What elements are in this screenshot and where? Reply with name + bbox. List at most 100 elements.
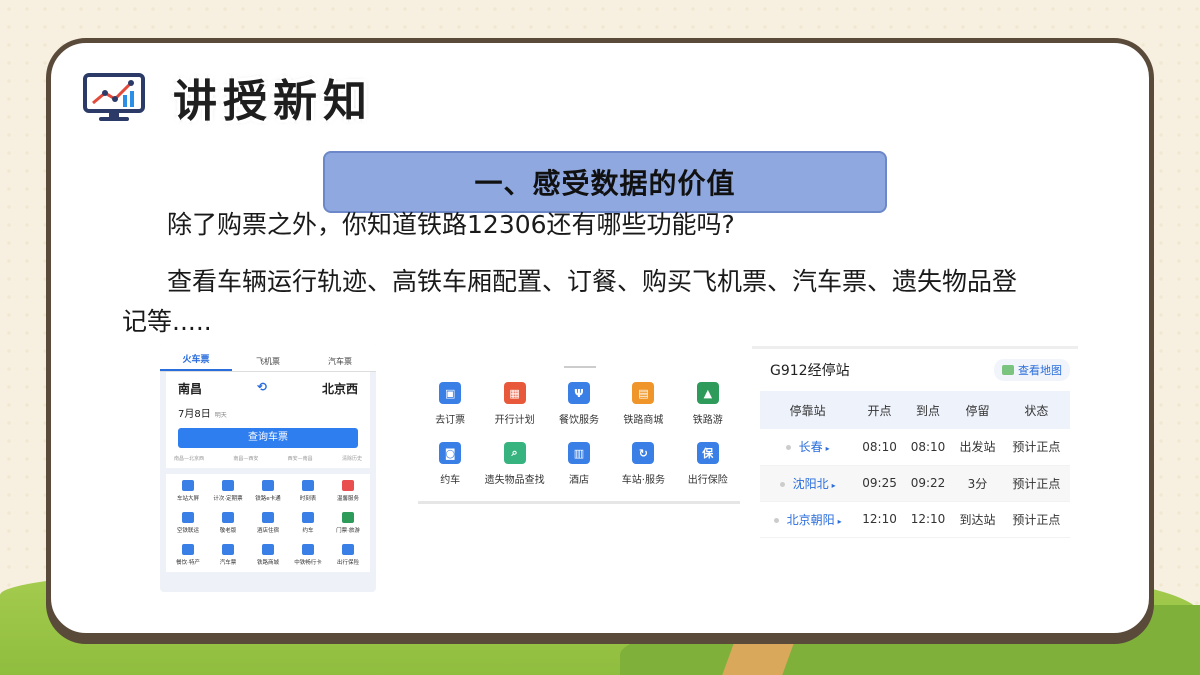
view-map-button[interactable]: 查看地图 xyxy=(994,359,1070,381)
services-grid: ▣ 去订票 ▦ 开行计划 Ψ 餐饮服务 ▤ 铁路商城 ▲ 铁路游 ◙ 约车 ⌕ 遗失物品查找 ▥ 酒店 ↻ 车站·… xyxy=(418,382,740,486)
feature-item[interactable]: 出行保险 xyxy=(328,544,368,566)
date-note: 明天 xyxy=(214,412,227,419)
feature-label: 车站大屏 xyxy=(176,496,199,502)
feature-item[interactable]: 中铁畅行卡 xyxy=(288,544,328,566)
feature-item[interactable]: 计次·定期票 xyxy=(208,480,248,502)
station-cell[interactable]: 沈阳北 ▸ xyxy=(760,465,856,502)
service-label: 去订票 xyxy=(435,415,466,426)
tab-flight[interactable]: 飞机票 xyxy=(232,356,304,371)
feature-label: 计次·定期票 xyxy=(213,496,243,502)
feature-label: 铁路商城 xyxy=(256,560,279,566)
feature-item[interactable]: 汽车票 xyxy=(208,544,248,566)
table-cell: 预计正点 xyxy=(1002,429,1070,466)
history-item[interactable]: 南昌—北京西 xyxy=(174,455,204,462)
history-item[interactable]: 西安—南昌 xyxy=(288,455,313,462)
feature-icon xyxy=(262,480,274,491)
table-cell: 09:25 xyxy=(855,465,904,502)
table-cell: 08:10 xyxy=(855,429,904,466)
tab-bus[interactable]: 汽车票 xyxy=(304,356,376,371)
service-item[interactable]: ⌕ 遗失物品查找 xyxy=(482,442,546,486)
feature-label: 餐饮·特产 xyxy=(176,560,200,566)
station-name: 长春 xyxy=(798,440,823,455)
timeline-dot-icon xyxy=(773,517,779,523)
lost-item-icon: ⌕ xyxy=(503,442,526,464)
travel-date[interactable]: 7月8日 明天 xyxy=(166,401,370,424)
train-icon: ▣ xyxy=(439,382,462,404)
feature-grid: 车站大屏 计次·定期票 铁路e卡通 时刻表 温馨服务空铁联运 敬老版 酒店住宿 约车 门票·旅游… xyxy=(166,474,370,572)
timeline-dot-icon xyxy=(785,445,791,451)
feature-icon xyxy=(182,544,194,555)
table-cell: 12:10 xyxy=(855,501,904,538)
feature-item[interactable]: 餐饮·特产 xyxy=(168,544,208,566)
column-header: 开点 xyxy=(855,391,904,429)
feature-item[interactable]: 敬老版 xyxy=(208,512,248,534)
service-item[interactable]: ▦ 开行计划 xyxy=(482,382,546,426)
insurance-icon: 保 xyxy=(696,442,719,464)
from-station[interactable]: 南昌 xyxy=(178,380,202,397)
table-row: 沈阳北 ▸ 09:25 09:22 3分 预计正点 xyxy=(760,465,1070,502)
chevron-right-icon: ▸ xyxy=(837,516,842,526)
timeline-dot-icon xyxy=(779,481,785,487)
feature-item[interactable]: 车站大屏 xyxy=(168,480,208,502)
feature-label: 空铁联运 xyxy=(176,528,199,534)
stops-panel: G912经停站 查看地图 停靠站 开点 到点 停留 状态 长春 ▸ 08:10 08:10 出发… xyxy=(752,346,1078,556)
clear-history-link[interactable]: 清除历史 xyxy=(342,455,362,462)
feature-icon xyxy=(302,512,314,523)
feature-icon xyxy=(182,480,194,491)
table-row: 北京朝阳 ▸ 12:10 12:10 到达站 预计正点 xyxy=(760,501,1070,538)
feature-icon xyxy=(222,512,234,523)
ticket-app-screenshot: 火车票 飞机票 汽车票 南昌 ⟲ 北京西 7月8日 明天 查询车票 南昌—北京西 … xyxy=(160,344,376,592)
search-tickets-button[interactable]: 查询车票 xyxy=(178,428,358,448)
feature-item[interactable]: 铁路e卡通 xyxy=(248,480,288,502)
feature-icon xyxy=(262,544,274,555)
date-value: 7月8日 xyxy=(178,409,211,420)
feature-item[interactable]: 酒店住宿 xyxy=(248,512,288,534)
station-cell[interactable]: 长春 ▸ xyxy=(760,429,856,466)
hotel-icon: ▥ xyxy=(567,442,590,464)
feature-item[interactable]: 铁路商城 xyxy=(248,544,288,566)
service-item[interactable]: ↻ 车站·服务 xyxy=(611,442,675,486)
feature-label: 约车 xyxy=(302,528,314,534)
service-item[interactable]: ◙ 约车 xyxy=(418,442,482,486)
feature-label: 酒店住宿 xyxy=(256,528,279,534)
answer-text: 查看车辆运行轨迹、高铁车厢配置、订餐、购买飞机票、汽车票、遗失物品登记等....… xyxy=(122,267,1018,336)
drag-handle xyxy=(564,366,596,368)
feature-label: 敬老版 xyxy=(219,528,237,534)
service-item[interactable]: Ψ 餐饮服务 xyxy=(547,382,611,426)
fork-knife-icon: Ψ xyxy=(567,382,590,404)
feature-item[interactable]: 时刻表 xyxy=(288,480,328,502)
service-item[interactable]: ▤ 铁路商城 xyxy=(611,382,675,426)
swap-icon[interactable]: ⟲ xyxy=(257,380,267,397)
station-name: 沈阳北 xyxy=(792,476,829,491)
feature-item[interactable]: 门票·旅游 xyxy=(328,512,368,534)
service-item[interactable]: ▣ 去订票 xyxy=(418,382,482,426)
feature-label: 铁路e卡通 xyxy=(255,496,281,502)
column-header: 状态 xyxy=(1002,391,1070,429)
column-header: 停靠站 xyxy=(760,391,856,429)
table-cell: 出发站 xyxy=(952,429,1003,466)
feature-item[interactable]: 空铁联运 xyxy=(168,512,208,534)
feature-item[interactable]: 温馨服务 xyxy=(328,480,368,502)
feature-item[interactable]: 约车 xyxy=(288,512,328,534)
monitor-chart-icon xyxy=(83,73,145,121)
feature-icon xyxy=(342,544,354,555)
table-cell: 12:10 xyxy=(903,501,953,538)
page-title: 讲授新知 xyxy=(173,76,373,127)
route-selector: 南昌 ⟲ 北京西 xyxy=(166,372,370,401)
service-item[interactable]: 保出行保险 xyxy=(676,442,740,486)
station-service-icon: ↻ xyxy=(632,442,655,464)
feature-label: 出行保险 xyxy=(336,560,359,566)
tab-train[interactable]: 火车票 xyxy=(160,352,232,371)
table-cell: 09:22 xyxy=(903,465,953,502)
history-item[interactable]: 南昌—西安 xyxy=(233,455,258,462)
to-station[interactable]: 北京西 xyxy=(322,380,358,397)
service-item[interactable]: ▲ 铁路游 xyxy=(676,382,740,426)
feature-icon xyxy=(222,480,234,491)
table-cell: 预计正点 xyxy=(1002,501,1070,538)
shop-icon: ▤ xyxy=(632,382,655,404)
feature-label: 温馨服务 xyxy=(336,496,359,502)
service-item[interactable]: ▥ 酒店 xyxy=(547,442,611,486)
search-button-wrap: 查询车票 xyxy=(166,424,370,452)
station-cell[interactable]: 北京朝阳 ▸ xyxy=(760,501,856,538)
feature-label: 汽车票 xyxy=(219,560,237,566)
